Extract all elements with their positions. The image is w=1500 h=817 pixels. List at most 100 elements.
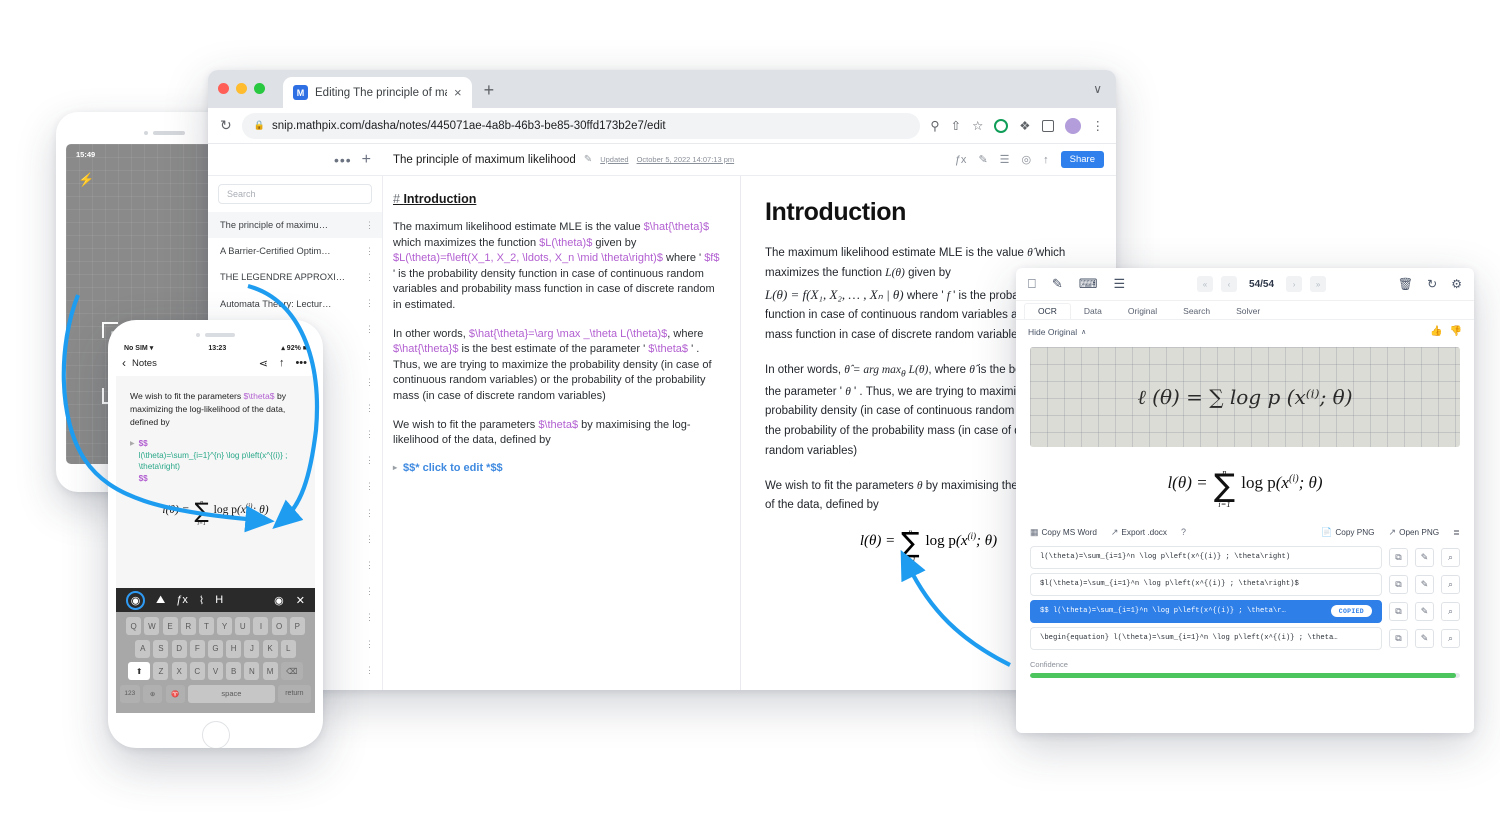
draw-icon[interactable]: ✎ <box>1052 276 1063 292</box>
next-page-button[interactable]: › <box>1286 276 1302 292</box>
kebab-menu-icon[interactable]: ⋮ <box>365 272 374 283</box>
grammarly-icon[interactable] <box>994 119 1008 133</box>
kebab-menu-icon[interactable]: ⋮ <box>365 403 374 414</box>
profile-avatar[interactable] <box>1065 118 1081 134</box>
new-note-button[interactable]: + <box>362 151 371 169</box>
kebab-menu-icon[interactable]: ⋮ <box>365 665 374 676</box>
help-button[interactable]: ? <box>1181 527 1186 537</box>
latex-result[interactable]: $l(\theta)=\sum_{i=1}^n \log p\left(x^{(… <box>1030 573 1382 596</box>
latex-result[interactable]: l(\theta)=\sum_{i=1}^n \log p\left(x^{(i… <box>1030 546 1382 569</box>
sidepanel-icon[interactable] <box>1042 120 1054 132</box>
hide-original-row[interactable]: Hide Original ∧ 👍 👎 <box>1016 320 1474 343</box>
thumb-up-icon[interactable]: 👍 <box>1430 326 1442 337</box>
search-icon[interactable]: ⌕ <box>1441 629 1460 648</box>
share-icon[interactable]: ⇧ <box>951 118 961 133</box>
kebab-menu-icon[interactable]: ⋮ <box>365 246 374 257</box>
heading-icon[interactable]: H <box>215 594 223 606</box>
upload-icon[interactable]: ↑ <box>279 357 285 369</box>
tab-search[interactable]: Search <box>1170 304 1223 319</box>
address-bar[interactable]: 🔒 snip.mathpix.com/dasha/notes/445071ae-… <box>242 113 921 139</box>
export-docx-button[interactable]: ↗ Export .docx <box>1111 527 1167 538</box>
sidebar-item-2[interactable]: THE LEGENDRE APPROXI…⋮ <box>208 264 382 290</box>
key-V[interactable]: V <box>208 662 223 680</box>
key-C[interactable]: C <box>190 662 205 680</box>
key-return[interactable]: return <box>278 685 311 703</box>
copy-png-button[interactable]: 📄 Copy PNG <box>1321 527 1374 538</box>
kebab-menu-icon[interactable]: ⋮ <box>365 612 374 623</box>
key-W[interactable]: W <box>144 617 159 635</box>
key-E[interactable]: E <box>163 617 178 635</box>
caret-right-icon[interactable]: ▸ <box>393 463 397 472</box>
document-icon[interactable]: ☰ <box>1000 153 1010 166</box>
share-button[interactable]: Share <box>1061 151 1104 168</box>
settings-gear-icon[interactable]: ⚙ <box>1451 277 1462 291</box>
key-N[interactable]: N <box>244 662 259 680</box>
chevron-up-icon[interactable]: ∧ <box>1081 328 1086 336</box>
key-K[interactable]: K <box>263 640 278 658</box>
close-tab-icon[interactable]: × <box>454 85 462 100</box>
search-icon[interactable]: ⌕ <box>1441 548 1460 567</box>
kebab-menu-icon[interactable]: ⋮ <box>365 586 374 597</box>
formula-icon[interactable]: ƒx <box>176 594 188 606</box>
camera-icon[interactable]: ◉ <box>126 591 145 610</box>
kebab-menu-icon[interactable]: ⋮ <box>1092 118 1105 133</box>
kebab-menu-icon[interactable]: ⋮ <box>365 377 374 388</box>
notes-nav-title[interactable]: Notes <box>132 358 157 369</box>
key-Z[interactable]: Z <box>153 662 168 680</box>
key-G[interactable]: G <box>208 640 223 658</box>
pen-icon[interactable]: ✎ <box>978 153 987 166</box>
phone-note-body[interactable]: We wish to fit the parameters $\theta$ b… <box>116 376 315 588</box>
maximize-window-button[interactable] <box>254 83 265 94</box>
first-page-button[interactable]: « <box>1197 276 1213 292</box>
chevron-down-icon[interactable]: ∨ <box>1093 82 1102 96</box>
key-F[interactable]: F <box>190 640 205 658</box>
bookmark-star-icon[interactable]: ☆ <box>972 118 983 133</box>
key-⌫[interactable]: ⌫ <box>281 662 303 680</box>
kebab-menu-icon[interactable]: ⋮ <box>365 639 374 650</box>
phone-keyboard[interactable]: QWERTYUIOP ASDFGHJKL ⬆ZXCVBNM⌫ 123 ⊕ ♈ s… <box>116 612 315 713</box>
kebab-menu-icon[interactable]: ⋮ <box>365 298 374 309</box>
kebab-menu-icon[interactable]: ⋮ <box>365 351 374 362</box>
kebab-menu-icon[interactable]: ⋮ <box>365 481 374 492</box>
key-P[interactable]: P <box>290 617 305 635</box>
key-⬆[interactable]: ⬆ <box>128 662 150 680</box>
last-page-button[interactable]: » <box>1310 276 1326 292</box>
search-icon[interactable]: ⚲ <box>930 118 939 133</box>
key-J[interactable]: J <box>244 640 259 658</box>
snip-screen-icon[interactable]: ⎕ <box>1028 276 1036 292</box>
sidebar-item-1[interactable]: A Barrier-Certified Optim…⋮ <box>208 238 382 264</box>
thumb-down-icon[interactable]: 👎 <box>1450 326 1462 337</box>
share-icon[interactable]: ⋖ <box>259 357 268 370</box>
edit-title-icon[interactable]: ✎ <box>584 154 592 165</box>
kebab-menu-icon[interactable]: ⋮ <box>365 220 374 231</box>
key-globe[interactable]: ⊕ <box>143 685 163 703</box>
eye-icon[interactable]: ◉ <box>274 594 284 607</box>
tab-data[interactable]: Data <box>1071 304 1115 319</box>
open-png-button[interactable]: ↗ Open PNG <box>1389 527 1440 538</box>
scribble-icon[interactable]: ⌇ <box>199 594 204 607</box>
kebab-menu-icon[interactable]: ⋮ <box>365 508 374 519</box>
tab-original[interactable]: Original <box>1115 304 1170 319</box>
key-H[interactable]: H <box>226 640 241 658</box>
kebab-menu-icon[interactable]: ⋮ <box>365 560 374 571</box>
kebab-menu-icon[interactable]: ⋮ <box>365 429 374 440</box>
prev-page-button[interactable]: ‹ <box>1221 276 1237 292</box>
key-A[interactable]: A <box>135 640 150 658</box>
image-icon[interactable]: ⛰ <box>156 594 165 607</box>
copy-icon[interactable]: ⧉ <box>1389 602 1408 621</box>
key-D[interactable]: D <box>172 640 187 658</box>
key-L[interactable]: L <box>281 640 296 658</box>
tab-solver[interactable]: Solver <box>1223 304 1273 319</box>
reload-icon[interactable]: ↻ <box>220 117 232 134</box>
upload-icon[interactable]: ↑ <box>1043 154 1049 166</box>
trash-icon[interactable]: 🗑 <box>1398 277 1413 291</box>
back-chevron-icon[interactable]: ‹ <box>122 356 126 370</box>
sidebar-more-icon[interactable]: ••• <box>334 152 352 168</box>
kebab-menu-icon[interactable]: ⋮ <box>365 534 374 545</box>
settings-sliders-icon[interactable]: ≣ <box>1453 527 1460 537</box>
extension-icon[interactable]: ❖ <box>1019 118 1030 133</box>
key-R[interactable]: R <box>181 617 196 635</box>
more-icon[interactable]: ••• <box>295 357 307 369</box>
preview-eye-icon[interactable]: ◎ <box>1022 153 1032 166</box>
editor-equation-fold[interactable]: ▸ $$* click to edit *$$ <box>393 462 720 474</box>
